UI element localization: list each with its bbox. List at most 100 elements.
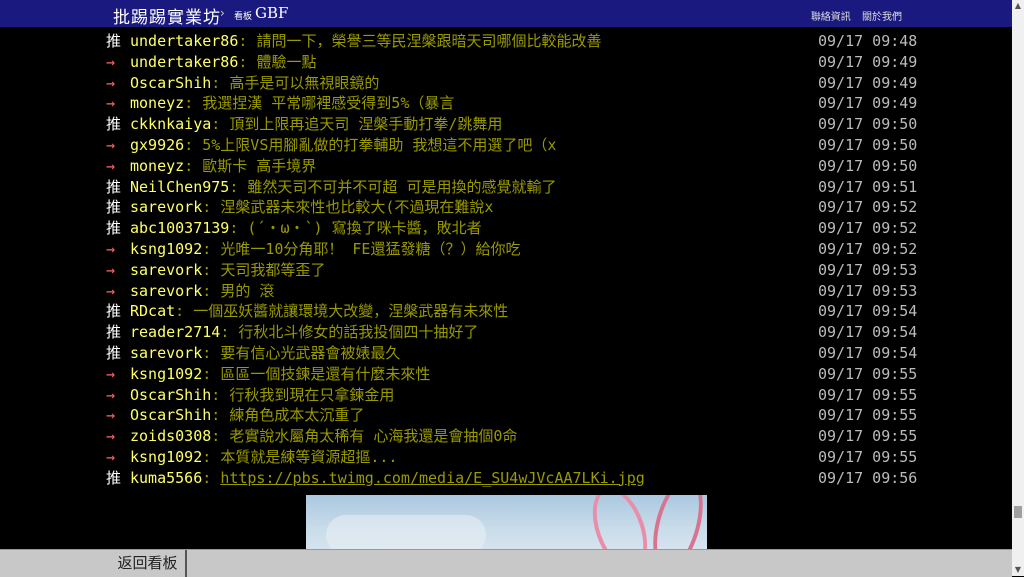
comment-time: 09/17 09:50 (818, 156, 918, 175)
comment-colon: : (238, 32, 257, 50)
comment-user: ksng1092 (130, 239, 203, 258)
comment-row: 推 undertaker86: 請問一下，榮譽三等民涅槃跟暗天司哪個比較能改善 09… (106, 31, 918, 52)
comment-time: 09/17 09:50 (818, 135, 918, 154)
board-label: 看板 (234, 12, 253, 22)
comment-colon: : (211, 427, 230, 446)
push-tag: 推 (106, 115, 122, 134)
comment-time: 09/17 09:55 (818, 364, 918, 383)
push-tag: 推 (106, 219, 122, 238)
comment-colon: : (229, 177, 248, 196)
comment-row: 推 abc10037139: (´・ω・`) 寫換了咪卡醬，敗北者 09/17 09… (106, 218, 918, 239)
scroll-thumb[interactable] (1014, 506, 1022, 518)
comment-row: 推 sarevork: 要有信心光武器會被婊最久 09/17 09:54 (106, 343, 917, 364)
image-ribbon (582, 495, 658, 551)
arrow-tag: → (106, 364, 116, 383)
comment-row: 推 ckknkaiya: 頂到上限再追天司 涅槃手動打拳/跳舞用 09/17 09:… (106, 114, 918, 135)
comment-user: undertaker86 (130, 52, 239, 71)
push-tag: 推 (106, 323, 122, 342)
comment-text: 行秋北斗修女的話我投個四十抽好了 (238, 323, 479, 342)
comment-text: 一個巫妖醬就讓環境大改變，涅槃武器有未來性 (193, 302, 509, 321)
comment-user: abc10037139 (130, 219, 230, 238)
comment-user: kuma5566 (130, 468, 203, 487)
site-brand[interactable]: 批踢踢實業坊 (113, 3, 221, 28)
comment-user: zoids0308 (130, 427, 212, 446)
comment-time: 09/17 09:56 (818, 468, 918, 487)
comment-user: sarevork (130, 198, 203, 217)
comment-time: 09/17 09:48 (818, 32, 918, 50)
arrow-tag: → (106, 135, 116, 154)
comment-row: → moneyz: 我選捏漢 平常哪裡感受得到5%（暴言 09/17 09:49 (106, 93, 917, 114)
comment-time: 09/17 09:49 (818, 52, 918, 71)
comment-text: 男的 滾 (220, 281, 275, 300)
comment-colon: : (220, 323, 239, 342)
back-to-board-button[interactable]: 返回看板 (110, 550, 187, 577)
comment-text: 體驗一點 (256, 52, 317, 71)
top-bar: 批踢踢實業坊 › 看板 GBF 聯絡資訊 關於我們 (0, 0, 1012, 28)
comment-colon: : (184, 94, 203, 113)
board-name-link[interactable]: GBF (255, 4, 288, 22)
comment-user: OscarShih (130, 73, 212, 92)
comment-colon: : (211, 406, 230, 425)
push-tag: 推 (106, 198, 122, 217)
push-tag: 推 (106, 177, 122, 196)
arrow-tag: → (106, 427, 116, 446)
comment-user: sarevork (130, 260, 203, 279)
breadcrumb-separator: › (220, 6, 225, 20)
push-tag: 推 (106, 302, 122, 321)
comment-text: 5%上限VS用腳亂做的打拳輔助 我想這不用選了吧（x (202, 135, 557, 154)
comment-row: → OscarShih: 高手是可以無視眼鏡的 09/17 09:49 (106, 73, 918, 94)
comment-row: → zoids0308: 老實說水屬角太稀有 心海我還是會抽個0命 09/17 09… (106, 426, 918, 447)
comment-user: ksng1092 (130, 447, 203, 466)
arrow-tag: → (106, 239, 116, 258)
comment-row: → OscarShih: 練角色成本太沉重了 09/17 09:55 (106, 405, 918, 426)
comment-user: gx9926 (130, 135, 185, 154)
comment-text: 雖然天司不可并不可超 可是用換的感覺就輸了 (247, 177, 557, 196)
comment-text: 老實說水屬角太稀有 心海我還是會抽個0命 (229, 427, 518, 446)
comment-row: → ksng1092: 光唯一10分角耶！ FE還猛發糖（？）給你吃 09/17 0… (106, 239, 917, 260)
comment-time: 09/17 09:53 (818, 281, 918, 300)
comment-user: OscarShih (130, 385, 212, 404)
comment-time: 09/17 09:54 (818, 323, 918, 342)
comment-user: sarevork (130, 343, 203, 362)
comment-colon: : (211, 385, 230, 404)
push-tag: 推 (106, 32, 122, 50)
comment-time: 09/17 09:55 (818, 427, 918, 446)
push-tag: 推 (106, 343, 122, 362)
comment-row: → sarevork: 男的 滾 09/17 09:53 (106, 281, 918, 302)
comment-colon: : (211, 73, 230, 92)
comment-time: 09/17 09:55 (818, 406, 918, 425)
comment-time: 09/17 09:54 (818, 302, 918, 321)
contact-link[interactable]: 聯絡資訊 (811, 12, 851, 23)
comment-user: moneyz (130, 94, 185, 113)
embedded-image-preview[interactable] (306, 495, 707, 551)
comment-link[interactable]: https://pbs.twimg.com/media/E_SU4wJVcAA7… (220, 469, 644, 487)
comment-user: sarevork (130, 281, 203, 300)
comment-text: https://pbs.twimg.com/media/E_SU4wJVcAA7… (220, 469, 644, 487)
comment-user: ksng1092 (130, 364, 203, 383)
scroll-down-icon[interactable]: ▼ (1012, 564, 1024, 576)
comment-text: 區區一個技鍊是還有什麼未來性 (220, 364, 431, 383)
arrow-tag: → (106, 52, 116, 71)
comment-row: 推 kuma5566: https://pbs.twimg.com/media/E… (106, 468, 918, 489)
image-cloud (326, 515, 486, 551)
comment-user: RDcat (130, 302, 176, 321)
comment-text: 涅槃武器未來性也比較大(不過現在難說x (220, 198, 494, 217)
comment-colon: : (202, 260, 221, 279)
comment-time: 09/17 09:50 (818, 115, 918, 134)
comment-colon: : (202, 468, 221, 487)
comment-colon: : (175, 302, 194, 321)
scrollbar[interactable]: ▲ ▼ (1012, 0, 1024, 576)
comment-time: 09/17 09:52 (818, 198, 918, 217)
comment-user: moneyz (130, 156, 185, 175)
arrow-tag: → (106, 406, 116, 425)
comment-time: 09/17 09:52 (818, 219, 918, 238)
about-link[interactable]: 關於我們 (862, 12, 902, 23)
comment-time: 09/17 09:49 (818, 73, 918, 92)
comment-row: 推 NeilChen975: 雖然天司不可并不可超 可是用換的感覺就輸了 09/17… (106, 177, 917, 198)
arrow-tag: → (106, 94, 116, 113)
comment-list: 推 undertaker86: 請問一下，榮譽三等民涅槃跟暗天司哪個比較能改善 09… (106, 31, 918, 489)
comment-colon: : (202, 198, 221, 217)
scroll-up-icon[interactable]: ▲ (1012, 0, 1024, 12)
bottom-bar: 返回看板 (0, 549, 1012, 577)
comment-text: 本質就是練等資源超摳... (220, 447, 398, 466)
